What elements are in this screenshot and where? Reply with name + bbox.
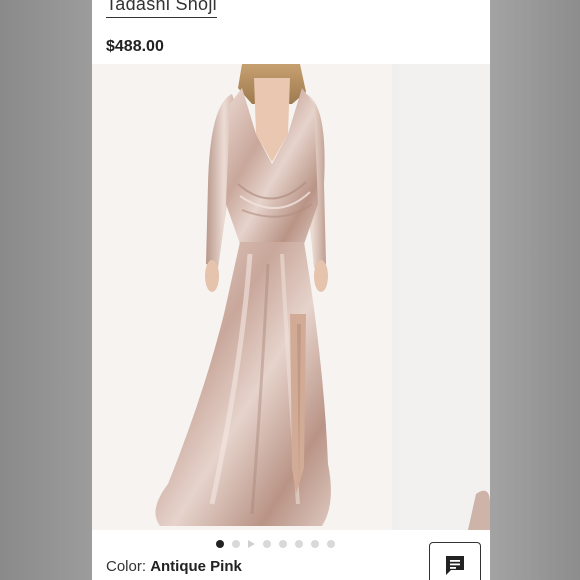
image-gallery[interactable] xyxy=(92,64,490,530)
carousel-video-indicator[interactable] xyxy=(248,540,255,548)
chat-button[interactable] xyxy=(429,542,481,580)
background-right xyxy=(490,0,580,580)
carousel-indicators[interactable] xyxy=(216,539,335,549)
color-value: Antique Pink xyxy=(150,558,242,575)
product-image-next[interactable] xyxy=(398,64,490,530)
product-page: Tadashi Shoji $488.00 Color: Antique Pin… xyxy=(92,0,490,580)
carousel-dot[interactable] xyxy=(327,540,335,548)
dress-illustration xyxy=(155,64,331,526)
background-left xyxy=(0,0,92,580)
product-image-main[interactable] xyxy=(92,64,392,530)
brand-link[interactable]: Tadashi Shoji xyxy=(106,0,217,18)
carousel-dot[interactable] xyxy=(295,540,303,548)
next-image-peek xyxy=(468,490,490,530)
carousel-dot[interactable] xyxy=(216,540,224,548)
carousel-dot[interactable] xyxy=(232,540,240,548)
chat-icon xyxy=(446,556,464,575)
product-price: $488.00 xyxy=(106,38,164,55)
color-label: Color: xyxy=(106,558,147,575)
color-selection: Color: Antique Pink xyxy=(106,558,242,575)
carousel-dot[interactable] xyxy=(263,540,271,548)
carousel-dot[interactable] xyxy=(311,540,319,548)
carousel-dot[interactable] xyxy=(279,540,287,548)
